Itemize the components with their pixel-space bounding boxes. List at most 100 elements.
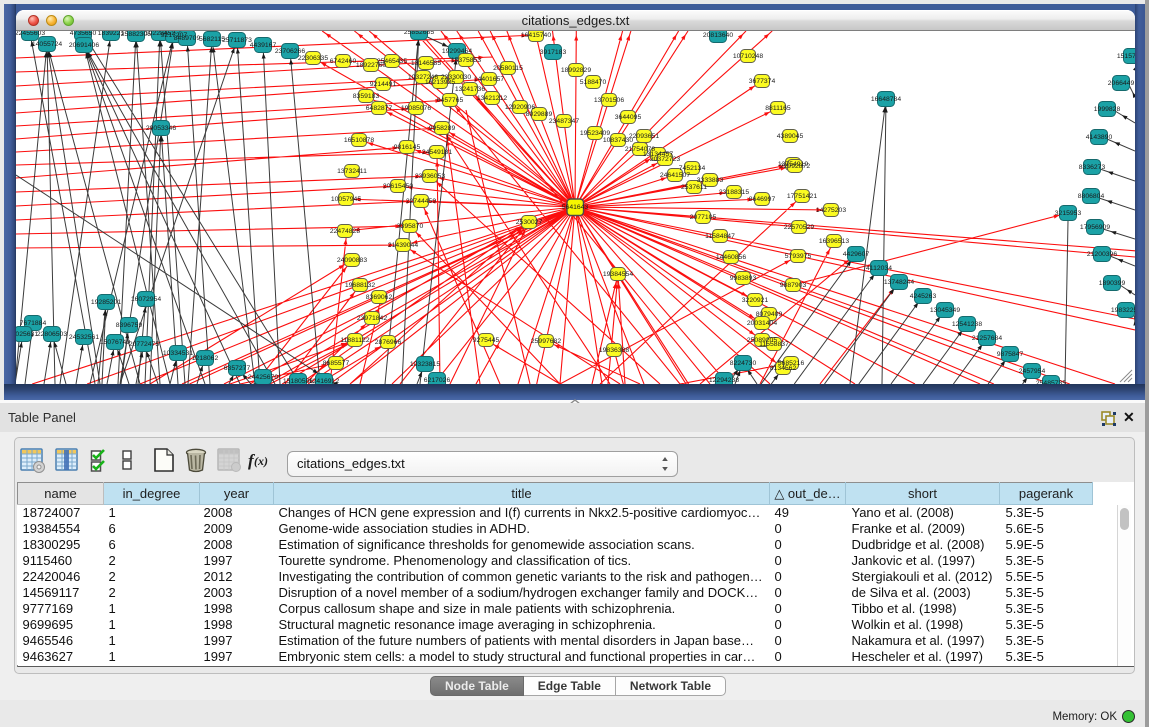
- svg-text:11881122: 11881122: [340, 337, 369, 344]
- svg-text:15076749: 15076749: [100, 339, 130, 346]
- svg-text:19285201: 19285201: [91, 299, 121, 306]
- svg-text:20372723: 20372723: [650, 156, 680, 163]
- svg-text:8369062: 8369062: [366, 294, 393, 301]
- svg-text:6482877: 6482877: [366, 105, 393, 112]
- svg-text:3917183: 3917183: [540, 49, 567, 56]
- svg-text:20813640: 20813640: [703, 32, 733, 39]
- svg-text:14460856: 14460856: [716, 254, 746, 261]
- svg-text:3333883: 3333883: [697, 177, 724, 184]
- svg-text:2077105: 2077105: [690, 214, 717, 221]
- svg-text:23487347: 23487347: [549, 118, 579, 125]
- svg-text:12294238: 12294238: [709, 377, 739, 384]
- svg-text:22093651: 22093651: [629, 133, 659, 140]
- svg-text:11558837: 11558837: [759, 341, 789, 348]
- svg-text:14401657: 14401657: [474, 76, 504, 83]
- svg-text:22330030: 22330030: [441, 74, 471, 81]
- svg-text:8396759: 8396759: [116, 322, 143, 329]
- svg-text:4389045: 4389045: [777, 133, 804, 140]
- svg-text:17956909: 17956909: [1080, 224, 1110, 231]
- svg-text:8646997: 8646997: [749, 196, 776, 203]
- svg-text:13732411: 13732411: [337, 168, 367, 175]
- svg-text:2066449: 2066449: [1108, 80, 1135, 87]
- svg-text:20580115: 20580115: [493, 65, 523, 72]
- svg-text:9887903: 9887903: [780, 282, 807, 289]
- svg-text:24549181: 24549181: [422, 149, 452, 156]
- svg-text:9983893: 9983893: [730, 275, 757, 282]
- svg-text:2876966: 2876966: [375, 339, 402, 346]
- svg-text:8685577: 8685577: [323, 360, 350, 367]
- svg-text:4245263: 4245263: [910, 293, 937, 300]
- svg-text:16510878: 16510878: [344, 137, 374, 144]
- svg-text:3644095: 3644095: [615, 114, 642, 121]
- svg-text:20031404: 20031404: [747, 320, 777, 327]
- svg-text:10710248: 10710248: [733, 53, 763, 60]
- svg-text:25997682: 25997682: [531, 338, 561, 345]
- svg-text:13241736: 13241736: [455, 86, 485, 93]
- svg-text:25485735: 25485735: [1036, 380, 1066, 384]
- svg-text:3395870: 3395870: [397, 223, 424, 230]
- svg-text:9275445: 9275445: [473, 337, 500, 344]
- svg-text:6357277: 6357277: [224, 365, 251, 372]
- svg-text:8489709: 8489709: [174, 35, 201, 42]
- svg-text:5685216: 5685216: [778, 360, 805, 367]
- svg-text:21439044: 21439044: [388, 242, 418, 249]
- svg-text:13748244: 13748244: [884, 279, 914, 286]
- svg-text:1218062: 1218062: [192, 355, 219, 362]
- svg-text:5188470: 5188470: [580, 79, 607, 86]
- svg-text:19299464: 19299464: [442, 48, 472, 55]
- svg-text:8029889: 8029889: [526, 111, 553, 118]
- svg-text:14055724: 14055724: [32, 41, 62, 48]
- svg-text:25465435: 25465435: [377, 58, 407, 65]
- svg-text:15375853: 15375853: [451, 57, 481, 64]
- svg-text:17751421: 17751421: [787, 193, 817, 200]
- svg-text:6217026: 6217026: [424, 377, 451, 384]
- svg-text:24425670: 24425670: [248, 374, 278, 381]
- svg-text:4439167: 4439167: [250, 42, 277, 49]
- svg-text:13421212: 13421212: [477, 95, 507, 102]
- svg-text:25711873: 25711873: [222, 37, 252, 44]
- svg-text:13045349: 13045349: [930, 307, 960, 314]
- svg-text:23188315: 23188315: [719, 189, 749, 196]
- svg-text:(x): (x): [254, 454, 268, 468]
- svg-text:18992829: 18992829: [561, 67, 591, 74]
- svg-text:10323815: 10323815: [410, 361, 440, 368]
- svg-text:4112034: 4112034: [866, 265, 892, 272]
- svg-text:22744459: 22744459: [406, 198, 436, 205]
- svg-text:8811165: 8811165: [765, 105, 791, 112]
- svg-text:10334531: 10334531: [163, 350, 193, 357]
- svg-text:21200396: 21200396: [1087, 251, 1117, 258]
- svg-text:8336273: 8336273: [1079, 164, 1106, 171]
- svg-text:23971842: 23971842: [357, 315, 387, 322]
- svg-text:19523409: 19523409: [580, 130, 610, 137]
- svg-text:3220921: 3220921: [742, 297, 769, 304]
- svg-text:16648784: 16648784: [871, 96, 901, 103]
- svg-text:5793975: 5793975: [785, 253, 812, 260]
- svg-text:2530027: 2530027: [516, 219, 543, 226]
- svg-text:16396513: 16396513: [819, 238, 849, 245]
- svg-text:21257684: 21257684: [972, 335, 1002, 342]
- svg-text:24641507: 24641507: [660, 172, 690, 179]
- svg-text:12541238: 12541238: [952, 321, 982, 328]
- svg-text:9875847: 9875847: [997, 351, 1024, 358]
- svg-text:8224730: 8224730: [730, 360, 757, 367]
- svg-text:22455603: 22455603: [16, 31, 45, 37]
- svg-text:9816145: 9816145: [394, 144, 421, 151]
- svg-text:29053346: 29053346: [146, 125, 176, 132]
- svg-text:4143890: 4143890: [1086, 134, 1113, 141]
- svg-text:9958289: 9958289: [429, 125, 456, 132]
- svg-text:19085076: 19085076: [401, 105, 431, 112]
- svg-text:7452134: 7452134: [679, 165, 706, 172]
- svg-text:2457954: 2457954: [1019, 368, 1046, 375]
- svg-text:13701506: 13701506: [594, 97, 624, 104]
- svg-text:25025631: 25025631: [16, 331, 38, 338]
- svg-text:6457765: 6457765: [437, 97, 464, 104]
- svg-text:6742460: 6742460: [330, 58, 357, 65]
- svg-text:22474828: 22474828: [330, 228, 360, 235]
- svg-text:19836388: 19836388: [599, 347, 629, 354]
- svg-text:8806804: 8806804: [1078, 193, 1105, 200]
- svg-text:16072954: 16072954: [131, 296, 161, 303]
- svg-text:19688132: 19688132: [345, 282, 375, 289]
- svg-text:19384554: 19384554: [603, 271, 633, 278]
- svg-text:22992872: 22992872: [780, 163, 810, 170]
- svg-text:10057945: 10057945: [331, 196, 361, 203]
